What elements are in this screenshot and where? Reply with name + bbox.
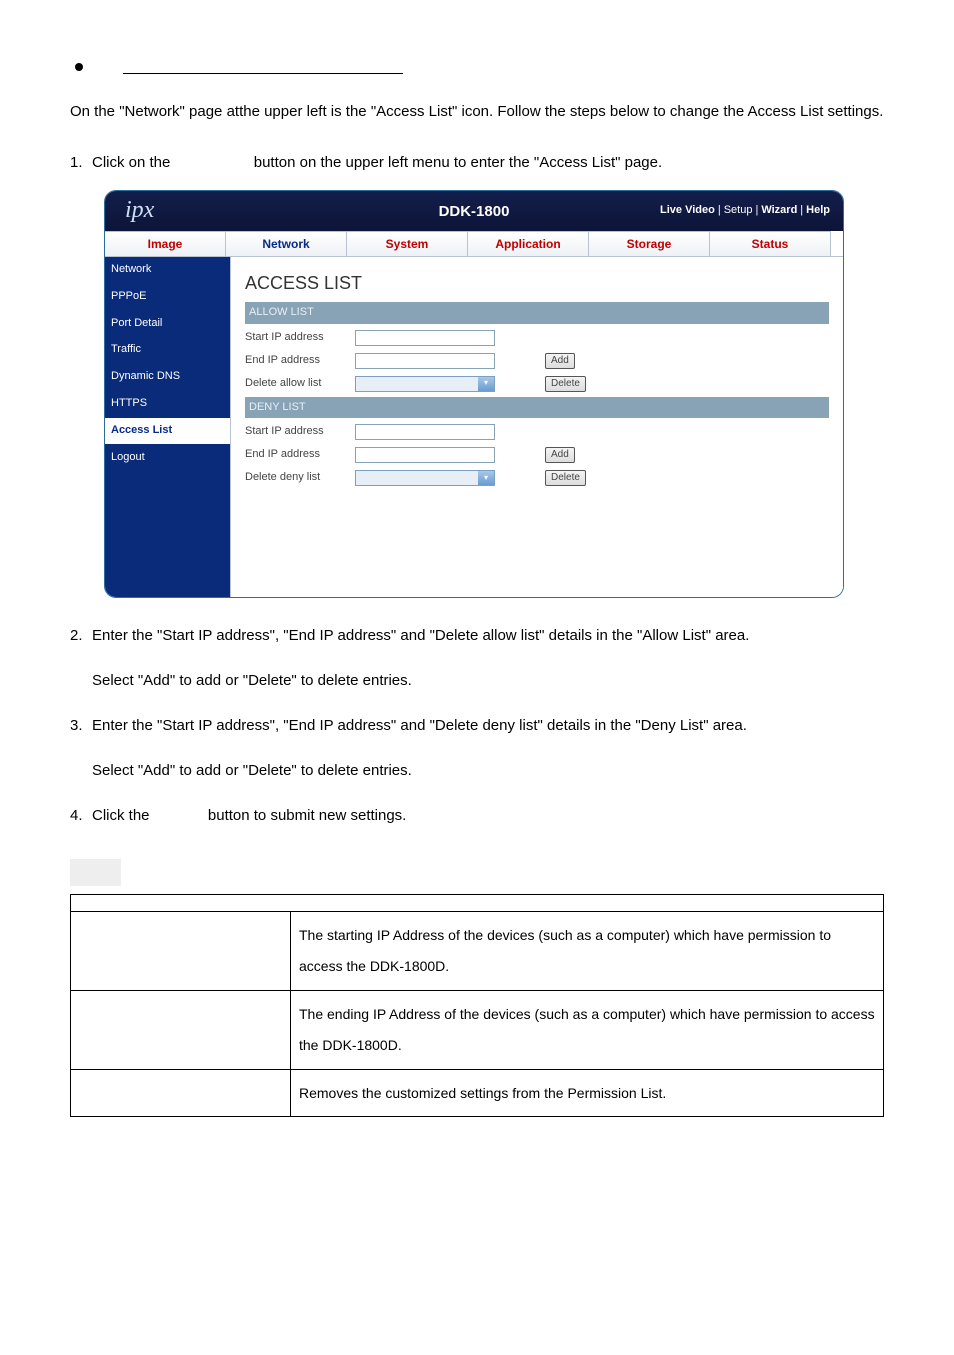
top-tabs: Image Network System Application Storage… (105, 231, 843, 257)
sidebar: Network PPPoE Port Detail Traffic Dynami… (105, 257, 231, 597)
allow-start-input[interactable] (355, 330, 495, 346)
table-cell-label (71, 990, 291, 1069)
allow-delete-label: Delete allow list (245, 374, 355, 394)
step-2b-text: Select "Add" to add or "Delete" to delet… (92, 661, 884, 700)
step-4-text: Click the button to submit new settings. (92, 796, 884, 835)
step-1: 1. Click on the button on the upper left… (70, 143, 884, 182)
link-wizard[interactable]: Wizard (761, 204, 797, 216)
chevron-down-icon: ▾ (478, 377, 494, 391)
sidebar-item-network[interactable]: Network (105, 257, 230, 284)
main-panel: ACCESS LIST ALLOW LIST Start IP address … (231, 257, 843, 597)
step-1-text: Click on the button on the upper left me… (92, 143, 884, 182)
allow-delete-button[interactable]: Delete (545, 376, 586, 392)
table-row: The ending IP Address of the devices (su… (71, 990, 884, 1069)
logo: ipx (105, 190, 233, 233)
screenshot-panel: ipx DDK-1800 Live Video|Setup|Wizard|Hel… (104, 190, 844, 598)
app-body: Network PPPoE Port Detail Traffic Dynami… (105, 257, 843, 597)
step-number: 4. (70, 796, 92, 835)
bullet-icon (75, 63, 83, 71)
description-table: The starting IP Address of the devices (… (70, 894, 884, 1117)
sidebar-item-access-list[interactable]: Access List (105, 418, 230, 445)
panel-heading: ACCESS LIST (245, 267, 829, 299)
link-help[interactable]: Help (806, 204, 830, 216)
table-cell-label (71, 912, 291, 991)
tab-system[interactable]: System (347, 231, 468, 256)
tab-network[interactable]: Network (226, 231, 347, 256)
step-4-a: Click the (92, 807, 150, 824)
tab-image[interactable]: Image (105, 231, 226, 256)
deny-delete-label: Delete deny list (245, 468, 355, 488)
notes-label (70, 859, 121, 886)
section-bullet (70, 60, 884, 74)
step-2: 2. Enter the "Start IP address", "End IP… (70, 616, 884, 655)
allow-end-label: End IP address (245, 351, 355, 371)
sidebar-item-logout[interactable]: Logout (105, 445, 230, 472)
allow-list-heading: ALLOW LIST (245, 302, 829, 324)
header-links: Live Video|Setup|Wizard|Help (659, 201, 843, 221)
tab-status[interactable]: Status (710, 231, 831, 256)
table-cell-desc: The starting IP Address of the devices (… (291, 912, 884, 991)
tab-storage[interactable]: Storage (589, 231, 710, 256)
table-row: The starting IP Address of the devices (… (71, 912, 884, 991)
section-underline (123, 60, 403, 74)
allow-delete-select[interactable]: ▾ (355, 376, 495, 392)
table-row: Removes the customized settings from the… (71, 1069, 884, 1117)
step-1-b: button on the upper left menu to enter t… (254, 154, 662, 171)
deny-start-input[interactable] (355, 424, 495, 440)
deny-end-row: End IP address Add (245, 445, 829, 465)
table-cell-desc: Removes the customized settings from the… (291, 1069, 884, 1117)
sidebar-item-https[interactable]: HTTPS (105, 391, 230, 418)
intro-text: On the "Network" page atthe upper left i… (70, 92, 884, 131)
tab-application[interactable]: Application (468, 231, 589, 256)
allow-start-label: Start IP address (245, 328, 355, 348)
chevron-down-icon: ▾ (478, 471, 494, 485)
step-4: 4. Click the button to submit new settin… (70, 796, 884, 835)
step-3-text: Enter the "Start IP address", "End IP ad… (92, 706, 884, 745)
deny-start-label: Start IP address (245, 422, 355, 442)
deny-start-row: Start IP address (245, 422, 829, 442)
table-header-cell (71, 895, 884, 912)
allow-end-row: End IP address Add (245, 351, 829, 371)
deny-list-heading: DENY LIST (245, 397, 829, 419)
deny-delete-row: Delete deny list ▾ Delete (245, 468, 829, 488)
step-number: 3. (70, 706, 92, 745)
app-header: ipx DDK-1800 Live Video|Setup|Wizard|Hel… (105, 191, 843, 231)
deny-end-input[interactable] (355, 447, 495, 463)
table-cell-label (71, 1069, 291, 1117)
sidebar-item-pppoe[interactable]: PPPoE (105, 284, 230, 311)
table-row (71, 895, 884, 912)
allow-add-button[interactable]: Add (545, 353, 575, 369)
step-1-a: Click on the (92, 154, 170, 171)
step-4-b: button to submit new settings. (208, 807, 406, 824)
link-setup[interactable]: Setup (724, 204, 753, 216)
step-3b-text: Select "Add" to add or "Delete" to delet… (92, 751, 884, 790)
step-number: 2. (70, 616, 92, 655)
deny-add-button[interactable]: Add (545, 447, 575, 463)
deny-delete-select[interactable]: ▾ (355, 470, 495, 486)
step-3: 3. Enter the "Start IP address", "End IP… (70, 706, 884, 745)
allow-end-input[interactable] (355, 353, 495, 369)
allow-delete-row: Delete allow list ▾ Delete (245, 374, 829, 394)
link-live-video[interactable]: Live Video (660, 204, 715, 216)
allow-start-row: Start IP address (245, 328, 829, 348)
deny-end-label: End IP address (245, 445, 355, 465)
deny-delete-button[interactable]: Delete (545, 470, 586, 486)
table-cell-desc: The ending IP Address of the devices (su… (291, 990, 884, 1069)
app-title: DDK-1800 (439, 198, 510, 225)
sidebar-item-dynamic-dns[interactable]: Dynamic DNS (105, 364, 230, 391)
sidebar-item-traffic[interactable]: Traffic (105, 337, 230, 364)
step-2-text: Enter the "Start IP address", "End IP ad… (92, 616, 884, 655)
sidebar-item-port-detail[interactable]: Port Detail (105, 311, 230, 338)
step-number: 1. (70, 143, 92, 182)
